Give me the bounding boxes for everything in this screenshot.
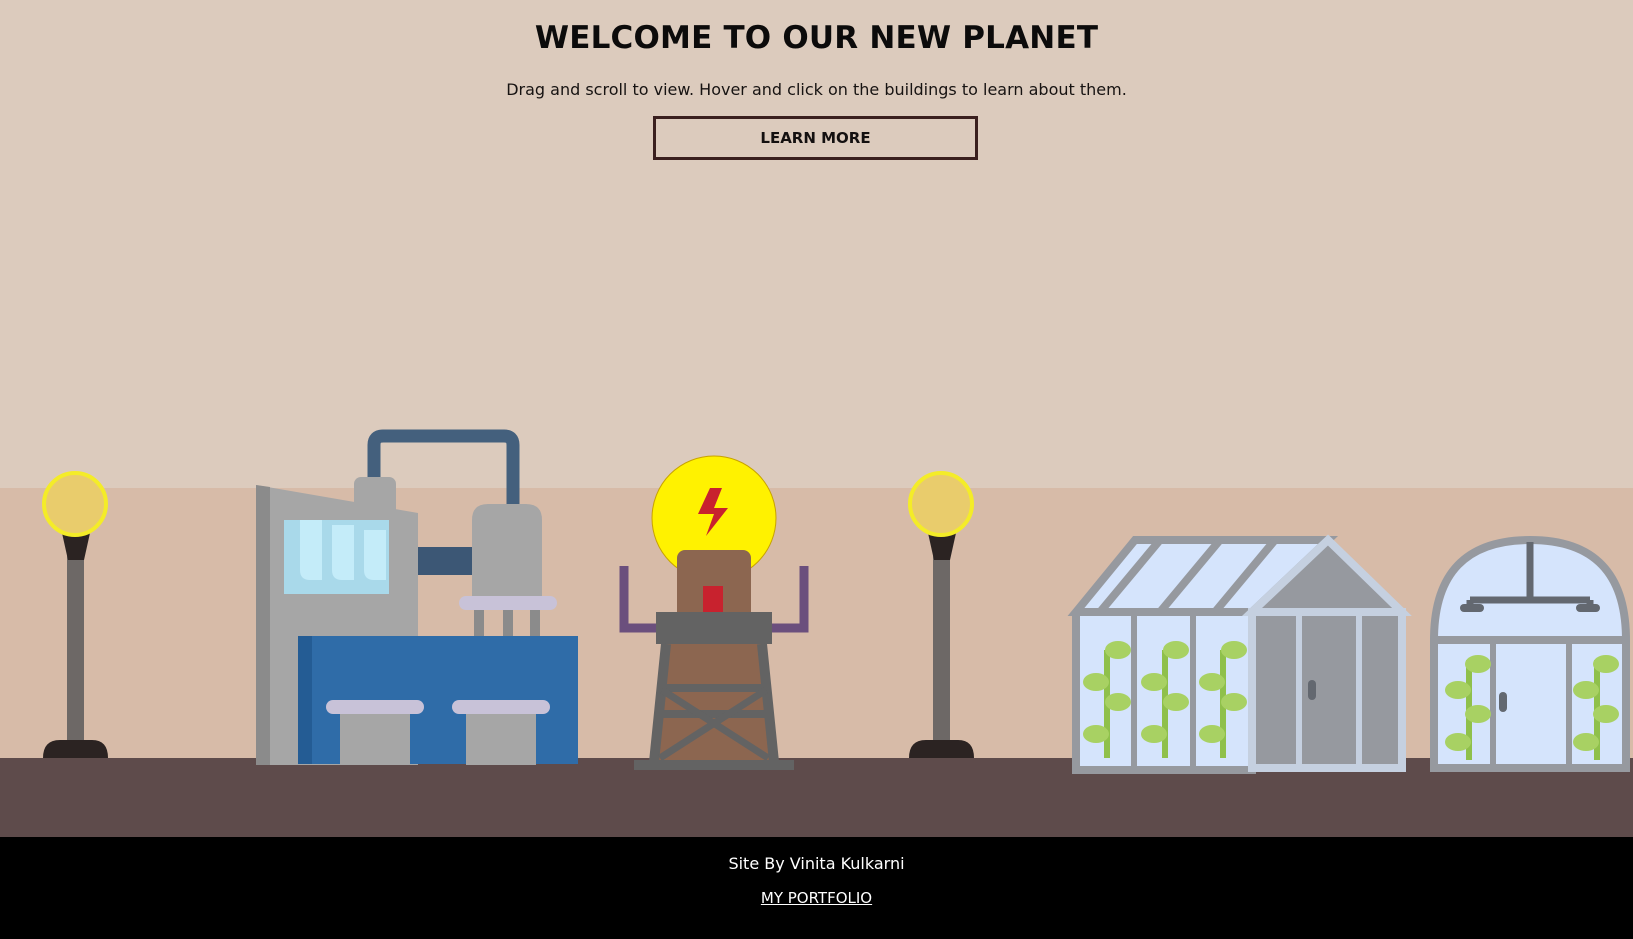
portfolio-link[interactable]: MY PORTFOLIO bbox=[0, 889, 1633, 907]
site-credit: Site By Vinita Kulkarni bbox=[728, 854, 905, 873]
greenhouse-building[interactable] bbox=[1067, 534, 1412, 774]
plant bbox=[1083, 641, 1247, 758]
planet-scene[interactable] bbox=[0, 0, 1633, 837]
factory-building[interactable] bbox=[256, 429, 578, 765]
dome-greenhouse-building[interactable] bbox=[1430, 535, 1630, 772]
footer: Site By Vinita Kulkarni MY PORTFOLIO bbox=[0, 837, 1633, 939]
